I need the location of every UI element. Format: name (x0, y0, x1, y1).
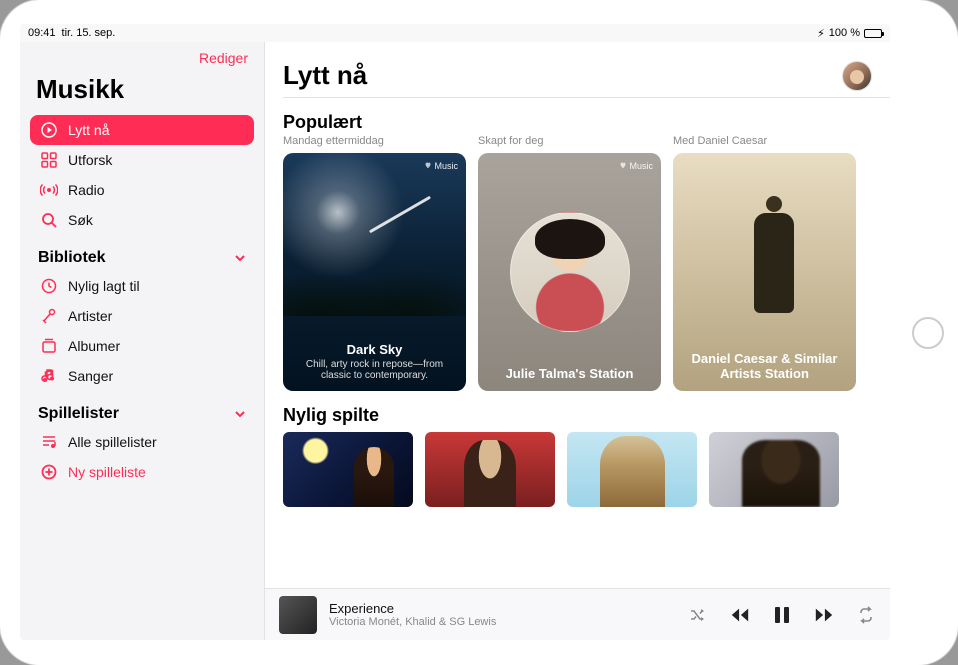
sidebar-item-label: Søk (68, 212, 93, 228)
sidebar-item-label: Alle spillelister (68, 434, 157, 450)
card-subtitle: Skapt for deg (478, 135, 661, 149)
sidebar-item-listen-now[interactable]: Lytt nå (30, 115, 254, 145)
microphone-icon (40, 307, 58, 325)
sidebar-item-radio[interactable]: Radio (30, 175, 254, 205)
sidebar-item-albums[interactable]: Albumer (30, 331, 254, 361)
sidebar-item-new-playlist[interactable]: Ny spilleliste (30, 457, 254, 487)
radio-icon (40, 181, 58, 199)
music-note-icon (40, 367, 58, 385)
status-date: tir. 15. sep. (62, 27, 116, 39)
sidebar-item-search[interactable]: Søk (30, 205, 254, 235)
pause-button[interactable] (772, 605, 792, 625)
sidebar-item-artists[interactable]: Artister (30, 301, 254, 331)
recent-row[interactable] (283, 432, 890, 507)
sidebar-item-label: Nylig lagt til (68, 278, 140, 294)
clock-icon (40, 277, 58, 295)
profile-avatar[interactable] (842, 61, 872, 91)
sidebar-item-label: Utforsk (68, 152, 112, 168)
next-button[interactable] (814, 605, 834, 625)
card-title: Julie Talma's Station (488, 366, 651, 381)
apple-music-badge: Music (424, 161, 458, 171)
card-subtitle: Mandag ettermiddag (283, 135, 466, 149)
album-icon (40, 337, 58, 355)
sidebar-item-songs[interactable]: Sanger (30, 361, 254, 391)
sidebar-item-label: Ny spilleliste (68, 464, 146, 480)
battery-percent: 100 % (829, 27, 860, 39)
recent-album[interactable] (283, 432, 413, 507)
card-subtitle: Med Daniel Caesar (673, 135, 856, 149)
sidebar-item-label: Lytt nå (68, 122, 110, 138)
plus-circle-icon (40, 463, 58, 481)
recent-album[interactable] (567, 432, 697, 507)
edit-button[interactable]: Rediger (30, 48, 254, 74)
previous-button[interactable] (730, 605, 750, 625)
charging-icon: ⚡︎ (817, 27, 825, 40)
sidebar-item-label: Radio (68, 182, 105, 198)
now-playing-artist: Victoria Monét, Khalid & SG Lewis (329, 616, 496, 628)
sidebar-item-browse[interactable]: Utforsk (30, 145, 254, 175)
search-icon (40, 211, 58, 229)
library-header-label: Bibliotek (38, 249, 106, 267)
playlist-icon (40, 433, 58, 451)
featured-card-station[interactable]: Music Julie Talma's Station (478, 153, 661, 391)
featured-card-artist-station[interactable]: Daniel Caesar & Similar Artists Station (673, 153, 856, 391)
card-title: Dark Sky (293, 342, 456, 357)
station-photo (510, 212, 630, 332)
sidebar-item-all-playlists[interactable]: Alle spillelister (30, 427, 254, 457)
battery-icon (864, 29, 882, 38)
popular-header: Populært (283, 112, 890, 133)
apple-music-badge: Music (619, 161, 653, 171)
recent-header: Nylig spilte (283, 405, 890, 426)
app-title: Musikk (30, 74, 254, 115)
grid-icon (40, 151, 58, 169)
status-time: 09:41 (28, 27, 56, 39)
now-playing-info[interactable]: Experience Victoria Monét, Khalid & SG L… (329, 601, 496, 628)
page-title: Lytt nå (283, 60, 367, 91)
sidebar-item-label: Artister (68, 308, 112, 324)
sidebar-item-recently-added[interactable]: Nylig lagt til (30, 271, 254, 301)
now-playing-bar[interactable]: Experience Victoria Monét, Khalid & SG L… (265, 588, 890, 640)
library-header[interactable]: Bibliotek (30, 235, 254, 271)
playlists-header-label: Spillelister (38, 405, 119, 423)
card-description: Chill, arty rock in repose—from classic … (293, 359, 456, 381)
play-circle-icon (40, 121, 58, 139)
now-playing-title: Experience (329, 601, 496, 616)
shuffle-button[interactable] (688, 605, 708, 625)
main-content: Lytt nå Populært Mandag ettermiddag Musi… (265, 42, 890, 640)
home-button[interactable] (912, 317, 944, 349)
popular-row[interactable]: Mandag ettermiddag Music Dark Sky Chill,… (283, 135, 890, 391)
recent-album[interactable] (425, 432, 555, 507)
repeat-button[interactable] (856, 605, 876, 625)
playlists-header[interactable]: Spillelister (30, 391, 254, 427)
sidebar-item-label: Albumer (68, 338, 120, 354)
sidebar-item-label: Sanger (68, 368, 113, 384)
featured-card-dark-sky[interactable]: Music Dark Sky Chill, arty rock in repos… (283, 153, 466, 391)
now-playing-artwork[interactable] (279, 596, 317, 634)
recent-album[interactable] (709, 432, 839, 507)
chevron-down-icon (234, 252, 246, 264)
card-title: Daniel Caesar & Similar Artists Station (683, 351, 846, 381)
chevron-down-icon (234, 408, 246, 420)
sidebar: Rediger Musikk Lytt nå Utforsk (20, 42, 265, 640)
status-bar: 09:41 tir. 15. sep. ⚡︎ 100 % (20, 24, 890, 42)
